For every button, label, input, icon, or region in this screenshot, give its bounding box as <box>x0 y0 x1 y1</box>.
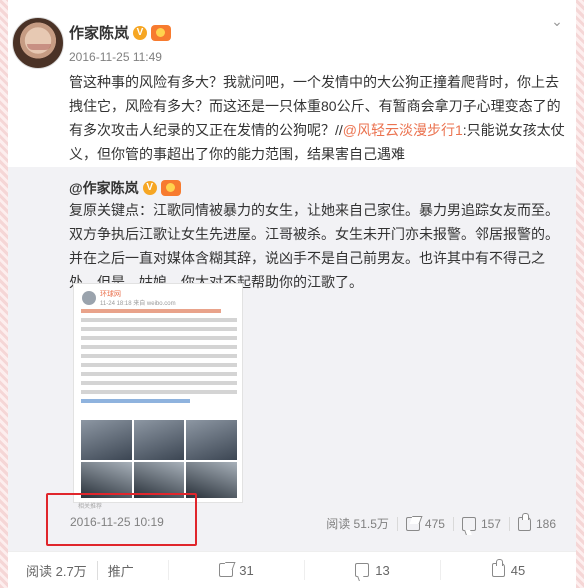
image-text-line <box>81 336 237 340</box>
share-icon <box>219 563 234 577</box>
verified-icon: V <box>133 25 148 40</box>
comment-count: 13 <box>375 562 390 578</box>
author-avatar[interactable] <box>12 17 64 69</box>
image-text-line <box>81 318 237 322</box>
share-button[interactable]: 31 <box>168 560 304 580</box>
share-icon <box>405 516 420 531</box>
quoted-share-button[interactable]: 475 <box>396 516 453 531</box>
quoted-author-name[interactable]: @作家陈岚 <box>69 178 139 198</box>
author-header: 作家陈岚 V <box>69 22 172 43</box>
page-border-right <box>576 0 584 588</box>
quoted-comment-count: 157 <box>480 516 501 531</box>
post-text: 管这种事的风险有多大？我就问吧，一个发情中的大公狗正撞着爬背时，你上去拽住它，风… <box>69 70 569 166</box>
fan-badge-icon <box>151 24 172 41</box>
image-text-line <box>81 399 191 403</box>
like-icon <box>491 559 505 577</box>
share-count: 31 <box>239 562 254 578</box>
quoted-share-count: 475 <box>424 516 445 531</box>
quoted-text: 复原关键点：江歌同情被暴力的女生，让她来自己家住。暴力男追踪女友而至。双方争执后… <box>69 202 559 290</box>
page-border-left <box>0 0 8 588</box>
image-text-line <box>81 372 237 376</box>
image-photo <box>81 420 132 460</box>
image-text-line <box>81 345 237 349</box>
image-post-header: 环球网 11-24 18:18 来自 weibo.com <box>82 289 236 309</box>
fan-badge-icon <box>160 180 181 196</box>
quoted-image[interactable]: 环球网 11-24 18:18 来自 weibo.com <box>73 283 243 503</box>
like-count: 45 <box>510 562 526 578</box>
image-photo <box>186 420 238 460</box>
comment-icon <box>461 516 476 531</box>
highlight-box <box>46 493 197 546</box>
footer-reads: 阅读 2.7万 <box>26 563 87 579</box>
footer-info: 阅读 2.7万 推广 <box>8 560 168 580</box>
image-text-line <box>81 309 222 313</box>
image-text-line <box>81 327 237 331</box>
like-icon <box>517 512 531 531</box>
post-time[interactable]: 2016-11-25 11:49 <box>69 50 162 64</box>
like-button[interactable]: 45 <box>440 559 576 580</box>
mention-link[interactable]: @风轻云淡漫步行1 <box>343 122 463 138</box>
quoted-stats: 阅读 51.5万 475 157 186 <box>318 512 564 532</box>
image-text-line <box>81 354 237 358</box>
quoted-reads-label: 阅读 51.5万 <box>326 517 389 531</box>
verified-icon: V <box>142 181 157 195</box>
weibo-card: 作家陈岚 V 2016-11-25 11:49 ⌄ 管这种事的风险有多大？我就问… <box>8 0 576 588</box>
author-name[interactable]: 作家陈岚 <box>69 22 129 43</box>
comment-icon <box>355 563 370 577</box>
promote-button[interactable]: 推广 <box>96 560 144 580</box>
image-text-line <box>81 363 237 367</box>
image-text-line <box>81 381 237 385</box>
image-avatar <box>82 291 96 305</box>
quoted-like-count: 186 <box>535 516 556 531</box>
quoted-author-header: @作家陈岚 V <box>69 178 181 198</box>
comment-button[interactable]: 13 <box>304 560 440 580</box>
action-bar: 阅读 2.7万 推广 31 13 45 <box>8 551 576 588</box>
image-post-meta: 11-24 18:18 来自 weibo.com <box>100 301 176 307</box>
more-icon[interactable]: ⌄ <box>548 14 566 28</box>
image-photo-row <box>81 420 238 460</box>
image-text-line <box>81 390 237 394</box>
quoted-comment-button[interactable]: 157 <box>452 516 509 531</box>
image-text-block <box>81 309 237 408</box>
image-photo <box>133 420 185 460</box>
quoted-reads: 阅读 51.5万 <box>318 515 397 532</box>
quoted-like-button[interactable]: 186 <box>508 512 564 531</box>
